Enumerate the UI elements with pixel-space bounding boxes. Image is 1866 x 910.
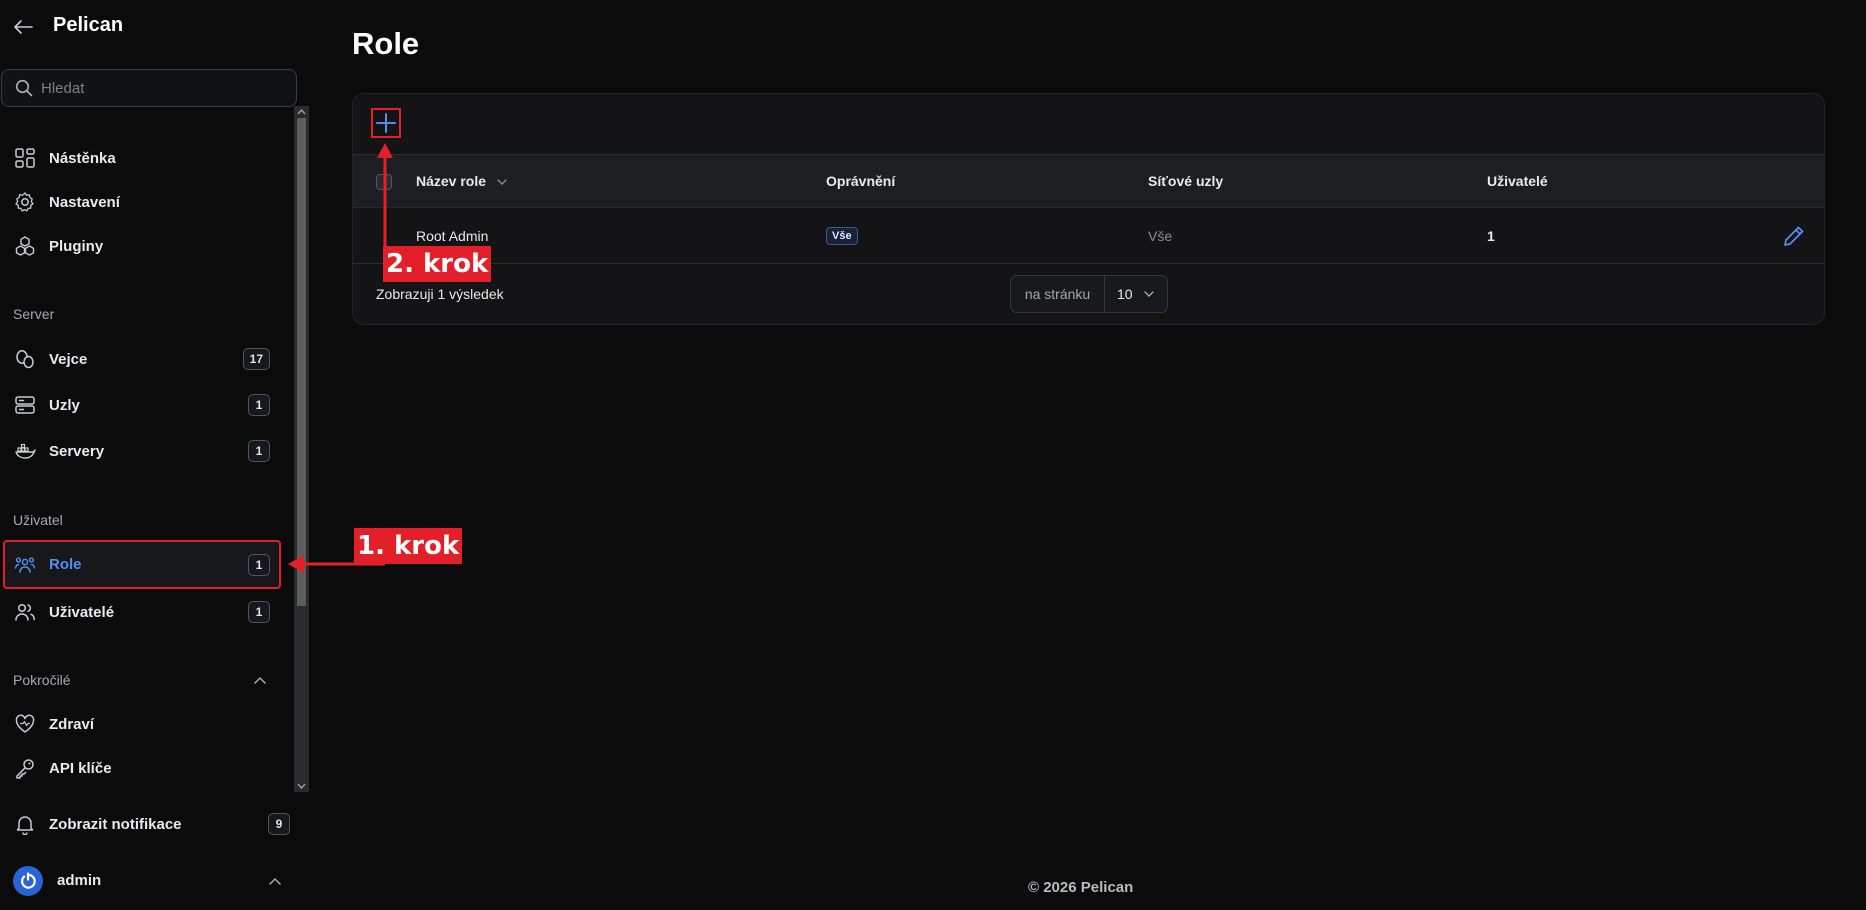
plus-icon (376, 113, 396, 133)
section-label-advanced: Pokročilé (13, 672, 71, 688)
pencil-icon[interactable] (1782, 224, 1806, 248)
eggs-icon (16, 350, 34, 369)
sidebar-item-nodes[interactable]: Uzly 1 (4, 383, 280, 427)
dashboard-icon (15, 148, 35, 168)
arrowhead-up-icon (377, 143, 393, 158)
sidebar-item-api-keys[interactable]: API klíče (4, 746, 280, 790)
sidebar-item-settings[interactable]: Nastavení (4, 180, 280, 224)
sidebar-item-dashboard[interactable]: Nástěnka (4, 136, 280, 180)
sidebar-item-eggs[interactable]: Vejce 17 (4, 337, 280, 381)
sidebar: Pelican Nástěnka Nastavení Pluginy Serve… (0, 0, 310, 910)
chevron-up-icon[interactable] (268, 876, 282, 886)
sidebar-item-servers[interactable]: Servery 1 (4, 429, 280, 473)
page-title: Role (352, 26, 420, 61)
search-box[interactable] (1, 69, 297, 107)
users-group-icon (14, 557, 36, 573)
count-badge: 1 (248, 394, 270, 416)
account-name[interactable]: admin (57, 872, 101, 889)
count-badge: 1 (248, 554, 270, 576)
server-stack-icon (15, 396, 35, 414)
notifications-label: Zobrazit notifikace (49, 815, 182, 833)
role-name-cell[interactable]: Root Admin (416, 228, 488, 244)
table-row[interactable]: Root Admin Vše Vše 1 (353, 208, 1824, 264)
power-icon (21, 872, 36, 889)
docker-icon (15, 443, 36, 459)
sidebar-item-users[interactable]: Uživatelé 1 (4, 590, 280, 634)
sidebar-item-label: Vejce (49, 350, 88, 368)
key-icon (16, 759, 34, 779)
annotation-step2-label: 2. krok (383, 246, 492, 282)
annotation-step1-label: 1. krok (354, 528, 463, 564)
scroll-down-icon[interactable] (297, 782, 306, 790)
roles-table-card: Název role Oprávnění Síťové uzly Uživate… (352, 93, 1825, 325)
per-page-value: 10 (1117, 286, 1133, 302)
sidebar-item-label: Pluginy (49, 237, 104, 255)
sidebar-item-label: Nastavení (49, 193, 120, 211)
create-role-button[interactable] (371, 108, 401, 138)
plugins-icon (15, 236, 35, 256)
per-page-select[interactable]: 10 (1105, 276, 1167, 312)
sidebar-item-label: Nástěnka (49, 149, 116, 167)
sidebar-item-label: Servery (49, 442, 105, 460)
nodes-cell: Vše (1148, 228, 1173, 244)
per-page-label: na stránku (1011, 276, 1105, 312)
sidebar-item-label: Zdraví (49, 715, 95, 733)
column-header-name[interactable]: Název role (416, 173, 508, 189)
gear-icon (15, 192, 34, 212)
section-label-server: Server (13, 306, 55, 322)
bell-icon (16, 816, 34, 835)
sidebar-item-label: Uživatelé (49, 603, 115, 621)
column-header-permissions: Oprávnění (826, 173, 896, 189)
sidebar-item-roles[interactable]: Role 1 (3, 540, 281, 589)
users-icon (15, 603, 35, 621)
scroll-up-icon[interactable] (297, 108, 306, 116)
column-header-label: Název role (416, 173, 487, 189)
count-badge: 1 (248, 440, 270, 462)
copyright: © 2026 Pelican (1028, 879, 1134, 896)
table-footer: Zobrazuji 1 výsledek na stránku 10 (353, 264, 1824, 324)
avatar[interactable] (13, 866, 43, 896)
permissions-badge: Vše (826, 227, 858, 245)
sidebar-item-health[interactable]: Zdraví (4, 702, 280, 746)
search-input[interactable] (41, 79, 281, 97)
table-toolbar (353, 94, 1824, 154)
sidebar-item-label: API klíče (49, 759, 112, 777)
section-label-user: Uživatel (13, 512, 63, 528)
column-header-users: Uživatelé (1487, 173, 1548, 189)
search-icon (15, 79, 33, 97)
app-name[interactable]: Pelican (53, 14, 123, 37)
chevron-up-icon[interactable] (253, 675, 267, 685)
sidebar-item-plugins[interactable]: Pluginy (4, 224, 280, 268)
notifications-button[interactable]: Zobrazit notifikace 9 (4, 802, 290, 846)
count-badge: 9 (268, 813, 290, 835)
table-header: Název role Oprávnění Síťové uzly Uživate… (353, 154, 1824, 208)
column-header-nodes: Síťové uzly (1148, 173, 1224, 189)
heart-icon (15, 714, 35, 733)
count-badge: 1 (248, 601, 270, 623)
sidebar-header: Pelican (0, 10, 300, 44)
arrowhead-left-icon (288, 555, 304, 573)
chevron-down-icon (1143, 291, 1154, 297)
sidebar-item-label: Role (49, 556, 82, 573)
users-count-cell: 1 (1487, 228, 1495, 244)
per-page-control: na stránku 10 (1010, 275, 1168, 313)
chevron-down-icon (497, 179, 507, 185)
back-arrow-icon[interactable] (12, 18, 34, 36)
sidebar-item-label: Uzly (49, 396, 80, 414)
count-badge: 17 (242, 348, 270, 370)
